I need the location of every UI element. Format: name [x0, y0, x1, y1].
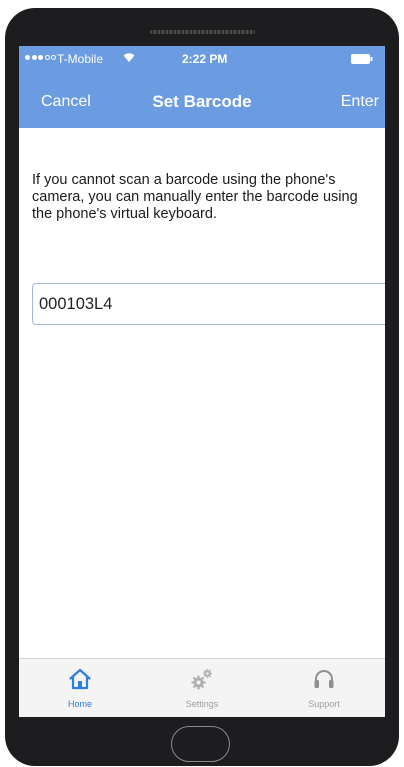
tab-settings-label: Settings [185, 699, 219, 709]
tab-settings[interactable]: Settings [141, 659, 263, 717]
home-icon [69, 668, 91, 690]
tab-home[interactable]: Home [19, 659, 141, 717]
signal-strength-icon [25, 55, 56, 60]
navigation-bar: Cancel Set Barcode Enter [19, 74, 385, 128]
wifi-icon [123, 53, 135, 62]
tab-bar: Home Settings Support [19, 658, 385, 717]
barcode-input[interactable] [32, 283, 385, 325]
home-button[interactable] [171, 726, 230, 762]
speaker-grille [150, 30, 255, 34]
status-bar: T-Mobile 2:22 PM [19, 46, 385, 74]
headphones-icon [314, 670, 334, 688]
carrier-name: T-Mobile [57, 52, 104, 66]
tab-support[interactable]: Support [263, 659, 385, 717]
status-time: 2:22 PM [182, 52, 228, 66]
instructions-text: If you cannot scan a barcode using the p… [32, 172, 358, 222]
enter-button[interactable]: Enter [341, 93, 379, 111]
tab-support-label: Support [308, 699, 340, 709]
page-title: Set Barcode [152, 92, 252, 111]
battery-icon [351, 54, 373, 64]
phone-frame: T-Mobile 2:22 PM Cancel Set Barcode Ente… [5, 8, 399, 766]
tab-home-label: Home [67, 699, 92, 709]
header: T-Mobile 2:22 PM Cancel Set Barcode Ente… [19, 46, 385, 128]
gears-icon [191, 669, 212, 690]
phone-screen: T-Mobile 2:22 PM Cancel Set Barcode Ente… [19, 46, 385, 717]
